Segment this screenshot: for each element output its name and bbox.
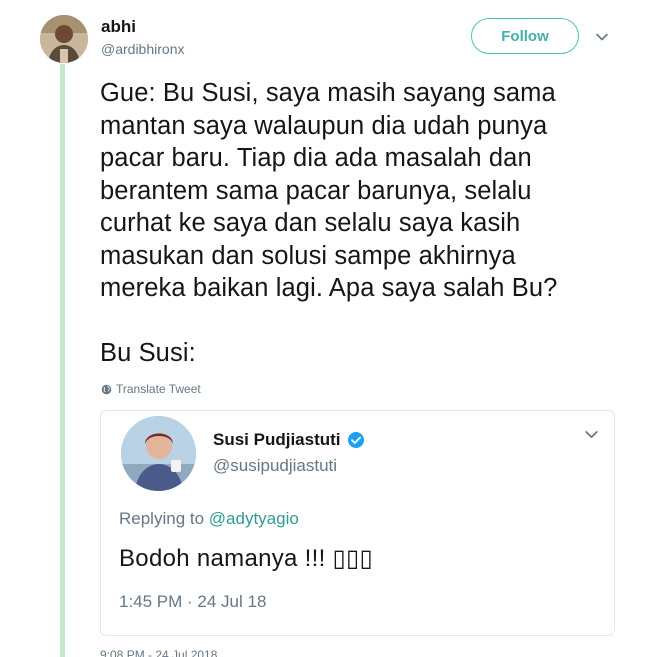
follow-button[interactable]: Follow (471, 18, 579, 54)
author-display-name[interactable]: abhi (101, 17, 184, 37)
quoted-author-handle[interactable]: @susipudjiastuti (213, 456, 365, 476)
quoted-author-names: Susi Pudjiastuti @susipudjiastuti (213, 430, 365, 476)
quoted-tweet-card[interactable]: Susi Pudjiastuti @susipudjiastuti Replyi… (100, 410, 615, 636)
quoted-name-row: Susi Pudjiastuti (213, 430, 365, 450)
quoted-timestamp[interactable]: 1:45 PM · 24 Jul 18 (119, 592, 266, 612)
verified-badge-icon (347, 432, 364, 448)
replying-to: Replying to @adytyagio (119, 509, 299, 529)
thread-line (60, 64, 65, 657)
quoted-author-name[interactable]: Susi Pudjiastuti (213, 430, 341, 450)
replying-prefix: Replying to (119, 509, 209, 528)
author-handle[interactable]: @ardibhironx (101, 39, 184, 59)
tweet-text: Gue: Bu Susi, saya masih sayang sama man… (100, 79, 558, 367)
chevron-down-icon[interactable] (594, 29, 610, 45)
quoted-tweet-text: Bodoh namanya !!! ▯▯▯ (119, 545, 374, 572)
tweet-header: abhi @ardibhironx Follow (38, 13, 628, 69)
globe-icon (101, 384, 112, 394)
replying-to-link[interactable]: @adytyagio (209, 509, 299, 528)
author-names: abhi @ardibhironx (101, 17, 184, 59)
avatar[interactable] (40, 15, 88, 63)
translate-tweet-link[interactable]: Translate Tweet (101, 382, 201, 396)
chevron-down-icon[interactable] (583, 426, 600, 443)
translate-label[interactable]: Translate Tweet (116, 382, 201, 396)
tweet-timestamp[interactable]: 9:08 PM - 24 Jul 2018 (100, 648, 217, 657)
quoted-avatar[interactable] (121, 416, 196, 491)
